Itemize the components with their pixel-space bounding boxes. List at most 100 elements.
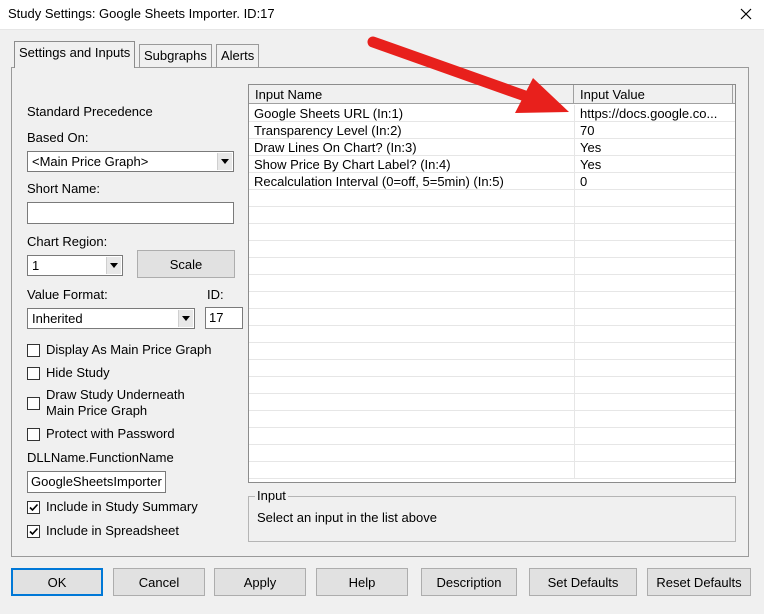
table-row[interactable]	[249, 241, 735, 258]
input-name-cell[interactable]	[249, 411, 574, 428]
chart-region-select[interactable]: 1	[27, 255, 123, 276]
input-name-cell[interactable]	[249, 445, 574, 462]
table-row[interactable]	[249, 411, 735, 428]
table-row[interactable]	[249, 428, 735, 445]
input-name-cell[interactable]	[249, 343, 574, 360]
input-name-cell[interactable]	[249, 207, 574, 224]
column-header-input-value[interactable]: Input Value	[574, 85, 733, 104]
table-row[interactable]: Google Sheets URL (In:1) https://docs.goo…	[249, 105, 735, 122]
cancel-button[interactable]: Cancel	[113, 568, 205, 596]
checkbox-box[interactable]	[27, 367, 40, 380]
input-name-cell[interactable]	[249, 377, 574, 394]
input-name-cell[interactable]	[249, 258, 574, 275]
checkbox-box[interactable]	[27, 501, 40, 514]
table-row[interactable]	[249, 462, 735, 479]
table-row[interactable]	[249, 326, 735, 343]
input-value-cell[interactable]: Yes	[574, 156, 735, 173]
input-name-cell[interactable]	[249, 326, 574, 343]
input-value-cell[interactable]	[574, 224, 735, 241]
input-value-cell[interactable]	[574, 241, 735, 258]
table-row[interactable]: Draw Lines On Chart? (In:3) Yes	[249, 139, 735, 156]
scale-button[interactable]: Scale	[137, 250, 235, 278]
input-value-cell[interactable]: 70	[574, 122, 735, 139]
apply-button[interactable]: Apply	[214, 568, 306, 596]
input-value-cell[interactable]	[574, 394, 735, 411]
input-value-cell[interactable]	[574, 411, 735, 428]
input-value-cell[interactable]: https://docs.google.co...	[574, 105, 735, 122]
input-value-cell[interactable]: Yes	[574, 139, 735, 156]
input-name-cell[interactable]: Google Sheets URL (In:1)	[249, 105, 574, 122]
include-in-spreadsheet-checkbox[interactable]: Include in Spreadsheet	[27, 523, 179, 538]
input-value-cell[interactable]	[574, 445, 735, 462]
close-button[interactable]	[732, 2, 760, 26]
dropdown-button[interactable]	[217, 153, 232, 170]
input-name-cell[interactable]: Show Price By Chart Label? (In:4)	[249, 156, 574, 173]
table-row[interactable]	[249, 377, 735, 394]
input-name-cell[interactable]	[249, 309, 574, 326]
checkbox-box[interactable]	[27, 525, 40, 538]
dll-name-field[interactable]: GoogleSheetsImporter	[27, 471, 166, 493]
checkbox-box[interactable]	[27, 344, 40, 357]
reset-defaults-button[interactable]: Reset Defaults	[647, 568, 751, 596]
input-name-cell[interactable]	[249, 360, 574, 377]
input-name-cell[interactable]	[249, 462, 574, 479]
dropdown-button[interactable]	[106, 257, 121, 274]
table-row[interactable]	[249, 445, 735, 462]
description-button[interactable]: Description	[421, 568, 517, 596]
id-field[interactable]: 17	[205, 307, 243, 329]
table-row[interactable]	[249, 360, 735, 377]
input-value-cell[interactable]	[574, 190, 735, 207]
table-row[interactable]: Recalculation Interval (0=off, 5=5min) (…	[249, 173, 735, 190]
input-value-cell[interactable]	[574, 309, 735, 326]
input-value-cell[interactable]	[574, 377, 735, 394]
input-value-cell[interactable]	[574, 360, 735, 377]
tab-alerts[interactable]: Alerts	[216, 44, 260, 67]
input-value-cell[interactable]	[574, 292, 735, 309]
inputs-grid[interactable]: Input Name Input Value Google Sheets URL…	[248, 84, 736, 483]
table-row[interactable]	[249, 207, 735, 224]
input-name-cell[interactable]	[249, 275, 574, 292]
input-value-cell[interactable]	[574, 326, 735, 343]
display-as-main-price-graph-checkbox[interactable]: Display As Main Price Graph	[27, 342, 211, 357]
table-row[interactable]: Transparency Level (In:2) 70	[249, 122, 735, 139]
input-name-cell[interactable]: Draw Lines On Chart? (In:3)	[249, 139, 574, 156]
table-row[interactable]	[249, 224, 735, 241]
table-row[interactable]: Show Price By Chart Label? (In:4) Yes	[249, 156, 735, 173]
value-format-select[interactable]: Inherited	[27, 308, 195, 329]
input-value-cell[interactable]	[574, 343, 735, 360]
tab-subgraphs[interactable]: Subgraphs	[139, 44, 212, 67]
input-value-cell[interactable]	[574, 207, 735, 224]
draw-study-underneath-checkbox[interactable]: Draw Study Underneath Main Price Graph	[27, 387, 185, 419]
input-name-cell[interactable]	[249, 224, 574, 241]
short-name-input[interactable]	[27, 202, 234, 224]
table-row[interactable]	[249, 258, 735, 275]
include-in-study-summary-checkbox[interactable]: Include in Study Summary	[27, 499, 198, 514]
tab-settings-and-inputs[interactable]: Settings and Inputs	[14, 41, 136, 68]
table-row[interactable]	[249, 275, 735, 292]
table-row[interactable]	[249, 190, 735, 207]
checkbox-box[interactable]	[27, 397, 40, 410]
dropdown-button[interactable]	[178, 310, 193, 327]
input-name-cell[interactable]: Transparency Level (In:2)	[249, 122, 574, 139]
input-name-cell[interactable]	[249, 190, 574, 207]
input-name-cell[interactable]	[249, 394, 574, 411]
input-value-cell[interactable]	[574, 275, 735, 292]
hide-study-checkbox[interactable]: Hide Study	[27, 365, 110, 380]
table-row[interactable]	[249, 343, 735, 360]
input-value-cell[interactable]	[574, 462, 735, 479]
table-row[interactable]	[249, 394, 735, 411]
input-name-cell[interactable]: Recalculation Interval (0=off, 5=5min) (…	[249, 173, 574, 190]
column-header-input-name[interactable]: Input Name	[249, 85, 574, 104]
protect-with-password-checkbox[interactable]: Protect with Password	[27, 426, 175, 441]
ok-button[interactable]: OK	[11, 568, 103, 596]
table-row[interactable]	[249, 309, 735, 326]
input-name-cell[interactable]	[249, 292, 574, 309]
input-value-cell[interactable]	[574, 258, 735, 275]
table-row[interactable]	[249, 292, 735, 309]
help-button[interactable]: Help	[316, 568, 408, 596]
based-on-select[interactable]: <Main Price Graph>	[27, 151, 234, 172]
set-defaults-button[interactable]: Set Defaults	[529, 568, 637, 596]
checkbox-box[interactable]	[27, 428, 40, 441]
input-value-cell[interactable]	[574, 428, 735, 445]
input-value-cell[interactable]: 0	[574, 173, 735, 190]
